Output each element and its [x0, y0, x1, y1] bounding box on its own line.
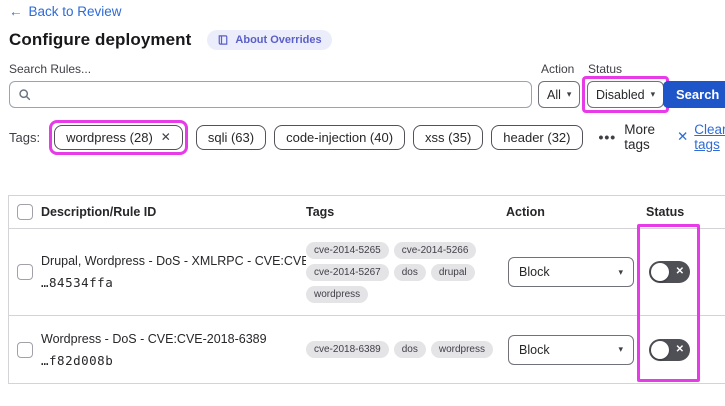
row-checkbox[interactable] [17, 341, 33, 358]
column-header-description: Description/Rule ID [41, 205, 157, 219]
configure-deployment-page: ← Back to Review Configure deployment Ab… [0, 0, 725, 406]
clear-tags-label: Clear tags [694, 122, 725, 152]
rule-description: Wordpress - DoS - CVE:CVE-2018-6389 [41, 331, 267, 346]
tag-pill-header[interactable]: header (32) [491, 124, 583, 150]
rule-tag-chip: wordpress [306, 285, 369, 303]
chevron-down-icon: ▾ [650, 89, 656, 99]
rule-tag-chip: wordpress [430, 341, 493, 358]
tag-pill-label: code-injection (40) [286, 129, 394, 145]
action-filter-dropdown[interactable]: All ▾ [538, 81, 581, 108]
toggle-x-icon: ✕ [675, 343, 684, 355]
rules-table: Description/Rule ID Tags Action Status D… [8, 195, 725, 384]
table-header-row: Description/Rule ID Tags Action Status [9, 196, 725, 229]
selected-tag-highlight: wordpress (28) ✕ [49, 119, 188, 155]
status-toggle[interactable]: ✕ [649, 338, 690, 361]
tags-label: Tags: [9, 129, 41, 145]
search-rules-label: Search Rules... [9, 62, 92, 76]
more-dots-icon: ••• [598, 129, 617, 145]
about-overrides-label: About Overrides [235, 34, 322, 46]
tag-pill-wordpress[interactable]: wordpress (28) ✕ [54, 124, 183, 150]
status-filter-label: Status [588, 62, 623, 76]
rule-description: Drupal, Wordpress - DoS - XMLRPC - CVE:C… [41, 254, 306, 268]
remove-tag-icon[interactable]: ✕ [161, 130, 171, 144]
tag-pill-code-injection[interactable]: code-injection (40) [274, 124, 406, 150]
rule-tag-chip: drupal [430, 263, 475, 281]
status-dropdown-highlight: Disabled ▾ [582, 76, 670, 113]
toggle-knob [651, 340, 669, 359]
clear-icon: ✕ [676, 129, 689, 144]
rule-tag-chip: cve-2014-5267 [306, 263, 389, 281]
back-to-review-link[interactable]: ← Back to Review [9, 4, 122, 19]
more-tags-label: More tags [624, 122, 655, 152]
chevron-down-icon: ▾ [566, 89, 572, 99]
tag-pill-label: sqli (63) [207, 129, 255, 145]
rule-tag-chip: dos [393, 263, 426, 281]
search-rules-field[interactable] [9, 81, 532, 108]
back-arrow-icon: ← [9, 4, 23, 19]
column-header-status: Status [646, 205, 685, 219]
book-icon [219, 35, 228, 45]
search-button[interactable]: Search [663, 81, 725, 108]
chevron-down-icon: ▾ [618, 266, 623, 277]
tag-pill-label: header (32) [503, 129, 571, 145]
action-filter-label: Action [541, 62, 575, 76]
toggle-x-icon: ✕ [675, 266, 684, 277]
rule-tag-chip: dos [393, 341, 426, 358]
tag-pill-label: wordpress (28) [66, 129, 153, 145]
status-toggle[interactable]: ✕ [649, 261, 690, 283]
toggle-knob [651, 263, 669, 281]
tag-pill-label: xss (35) [425, 129, 472, 145]
action-select-value: Block [519, 342, 550, 357]
column-header-tags: Tags [306, 205, 335, 219]
page-header: Configure deployment About Overrides [9, 30, 332, 50]
column-header-action: Action [506, 205, 545, 219]
rule-tag-chip: cve-2018-6389 [306, 341, 389, 358]
search-icon [19, 89, 31, 101]
tag-pill-sqli[interactable]: sqli (63) [195, 124, 267, 150]
rule-id: …84534ffa [41, 275, 114, 290]
chevron-down-icon: ▾ [618, 344, 623, 354]
rule-tag-chip: cve-2014-5266 [393, 241, 477, 259]
tag-pill-xss[interactable]: xss (35) [413, 124, 484, 150]
table-row: Wordpress - DoS - CVE:CVE-2018-6389 …f82… [9, 316, 725, 384]
action-filter-value: All [547, 87, 561, 102]
status-filter-dropdown[interactable]: Disabled ▾ [587, 81, 665, 108]
about-overrides-badge[interactable]: About Overrides [207, 30, 332, 50]
clear-tags-link[interactable]: ✕ Clear tags [677, 122, 725, 152]
rule-tags: cve-2018-6389 dos wordpress [306, 316, 506, 383]
rule-tags: cve-2014-5265 cve-2014-5266 cve-2014-526… [306, 229, 506, 315]
status-filter-value: Disabled [596, 87, 645, 102]
search-rules-input[interactable] [37, 86, 523, 103]
back-link-label: Back to Review [28, 4, 122, 19]
table-row: Drupal, Wordpress - DoS - XMLRPC - CVE:C… [9, 229, 725, 316]
action-select[interactable]: Block ▾ [508, 334, 634, 365]
action-select[interactable]: Block ▾ [508, 257, 634, 287]
page-title: Configure deployment [9, 30, 192, 49]
more-tags-button[interactable]: ••• More tags [599, 122, 655, 152]
row-checkbox[interactable] [17, 264, 33, 280]
action-select-value: Block [519, 265, 550, 279]
rule-tag-chip: cve-2014-5265 [306, 241, 389, 259]
rule-id: …f82d008b [41, 352, 114, 368]
tags-filter-bar: Tags: wordpress (28) ✕ sqli (63) code-in… [9, 116, 725, 158]
select-all-checkbox[interactable] [17, 204, 33, 220]
